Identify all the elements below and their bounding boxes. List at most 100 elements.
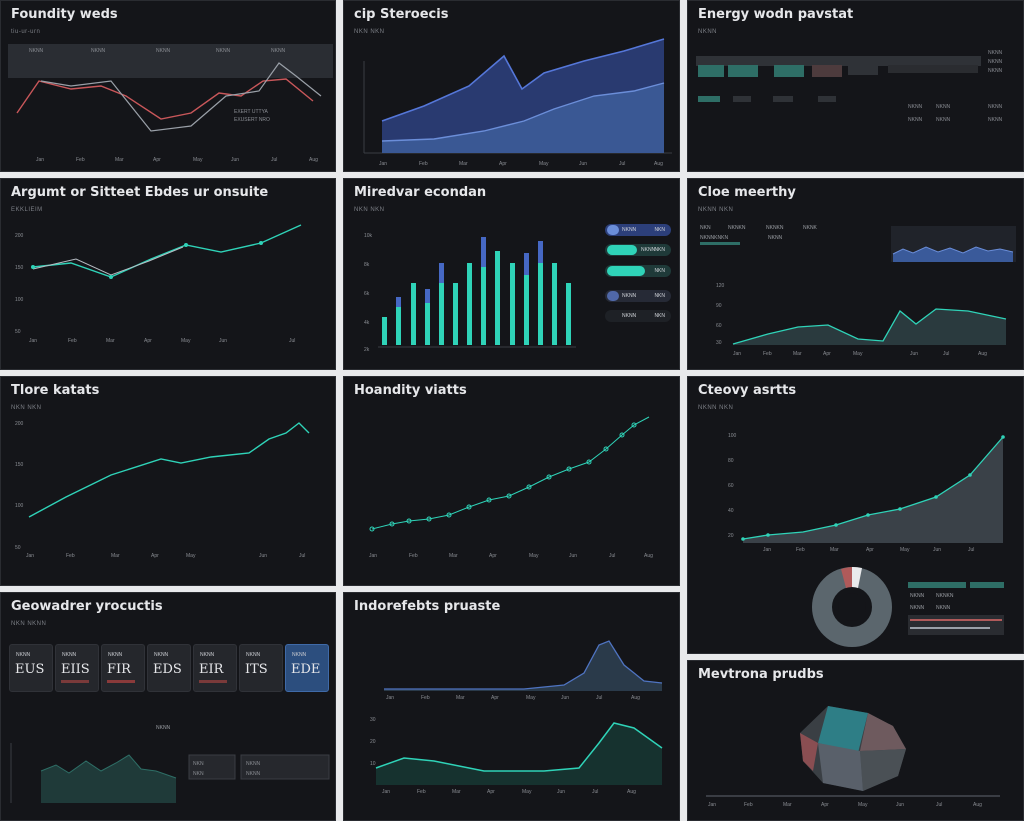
svg-text:Jan: Jan [382, 789, 390, 795]
legend-chip[interactable]: NKNN NKN [605, 224, 671, 236]
svg-text:NKNN: NKNN [768, 235, 783, 241]
legend-chip[interactable]: NKNN NKN [605, 310, 671, 322]
panel-hoandity-viatts: Hoandity viatts Jan Feb Mar Apr May Jun Jul… [343, 376, 680, 586]
line-chart[interactable]: NKNN NKNN NKNN NKNN NKNN EXERT UTTYA EXU… [1, 1, 336, 172]
bar-table-chart[interactable]: NKNN NKNN NKNN NKNN NKNN NKNN NKNN NKNN … [688, 1, 1024, 172]
svg-text:50: 50 [15, 545, 21, 551]
svg-text:Jan: Jan [379, 161, 387, 167]
svg-text:Apr: Apr [823, 351, 831, 357]
svg-text:EXERT UTTYA: EXERT UTTYA [234, 109, 269, 115]
svg-text:NKNN: NKNN [246, 771, 261, 777]
svg-text:10k: 10k [364, 233, 373, 239]
svg-text:Jul: Jul [609, 553, 615, 559]
svg-text:Jun: Jun [569, 553, 577, 559]
svg-text:NKNN: NKNN [908, 104, 923, 110]
svg-text:Jan: Jan [36, 157, 44, 163]
area-chart[interactable]: Jan Feb Mar Apr May Jun Jul Aug [344, 1, 680, 172]
svg-text:Apr: Apr [151, 553, 159, 559]
svg-text:Mar: Mar [456, 695, 465, 701]
svg-text:NKNN: NKNN [29, 48, 44, 54]
svg-text:Apr: Apr [153, 157, 161, 163]
svg-text:60: 60 [716, 323, 722, 329]
svg-text:Jun: Jun [231, 157, 239, 163]
legend-chip[interactable]: NKNN NKN [605, 244, 671, 256]
svg-text:Jul: Jul [271, 157, 277, 163]
svg-text:Aug: Aug [644, 553, 653, 559]
svg-text:Mar: Mar [793, 351, 802, 357]
svg-text:8k: 8k [364, 262, 370, 268]
svg-text:Jun: Jun [219, 338, 227, 344]
svg-text:Jul: Jul [936, 802, 942, 808]
svg-text:NKN: NKN [193, 771, 204, 777]
svg-text:Jun: Jun [259, 553, 267, 559]
svg-text:NKNN: NKNN [271, 48, 286, 54]
svg-text:Jan: Jan [733, 351, 741, 357]
svg-text:Feb: Feb [419, 161, 428, 167]
x-axis-labels: Jan Feb Mar Apr May Jun Jul Aug [36, 157, 318, 163]
svg-text:Apr: Apr [144, 338, 152, 344]
svg-text:NKNN: NKNN [988, 59, 1003, 65]
svg-text:50: 50 [15, 329, 21, 335]
svg-text:May: May [858, 802, 868, 808]
svg-text:90: 90 [716, 303, 722, 309]
svg-text:30: 30 [370, 717, 376, 723]
panel-cteovy-asrtts: Cteovy asrtts NKNN NKN 100 80 60 40 20 Jan… [687, 376, 1024, 654]
svg-text:Jun: Jun [579, 161, 587, 167]
svg-text:NKN: NKN [700, 225, 711, 231]
mini-area-chart[interactable]: NKNN NKN NKNN NKN NKNN [1, 593, 336, 821]
scatter-line-chart[interactable]: Jan Feb Mar Apr May Jun Jul Aug [344, 377, 680, 586]
area-chart[interactable]: 100 80 60 40 20 Jan Feb Mar Apr May Jun Jul N… [688, 377, 1024, 654]
svg-text:Feb: Feb [421, 695, 430, 701]
svg-text:NKNN: NKNN [908, 117, 923, 123]
svg-text:NKNN: NKNN [988, 104, 1003, 110]
svg-text:May: May [522, 789, 532, 795]
svg-text:10: 10 [370, 761, 376, 767]
svg-text:NKNKN: NKNKN [766, 225, 784, 231]
panel-miredvar-econdan: Miredvar econdan NKN NKN 10k8k 6k4k 2k [343, 178, 680, 370]
svg-text:4k: 4k [364, 320, 370, 326]
svg-text:Apr: Apr [489, 553, 497, 559]
legend-chip[interactable]: NKNN NKN [605, 290, 671, 302]
svg-text:Jun: Jun [557, 789, 565, 795]
svg-text:100: 100 [15, 297, 24, 303]
panel-geowadrer-yrocuctis: Geowadrer yrocuctis NKN NKNN NKNN EUS NKN… [0, 592, 336, 821]
svg-text:NKNN: NKNN [936, 104, 951, 110]
line-chart[interactable]: 200 150 100 50 Jan Feb Mar Apr May Jun Jul [1, 377, 336, 586]
svg-text:60: 60 [728, 483, 734, 489]
svg-text:Jul: Jul [968, 547, 974, 553]
svg-text:Feb: Feb [796, 547, 805, 553]
area-chart[interactable]: NKN NKNKN NKNKN NKNK NKNNKNKN NKNN 12090 60… [688, 179, 1024, 370]
svg-text:150: 150 [15, 462, 24, 468]
panel-cip-steroecis: cip Steroecis NKN NKN Jan Feb Mar Apr May J… [343, 0, 680, 172]
polygon-chart[interactable]: Jan Feb Mar Apr May Jun Jul Aug [688, 661, 1024, 821]
legend-chip[interactable]: NKN [605, 265, 671, 277]
double-area-chart[interactable]: Jan Feb Mar Apr May Jun Jul Aug 30 20 10 Jan F… [344, 593, 680, 821]
svg-text:Jul: Jul [596, 695, 602, 701]
svg-text:Jul: Jul [289, 338, 295, 344]
line-chart[interactable]: 200 150 100 50 Jan Feb Mar Apr May Jun Jul [1, 179, 336, 370]
svg-text:Aug: Aug [654, 161, 663, 167]
panel-foundity-weds: Foundity weds tiu-ur-urn NKNN NKNN NKNN … [0, 0, 336, 172]
svg-text:Jan: Jan [708, 802, 716, 808]
svg-text:May: May [193, 157, 203, 163]
panel-cloe-meerthy: Cloe meerthy NKNN NKN NKN NKNKN NKNKN NKNK… [687, 178, 1024, 370]
svg-text:Feb: Feb [763, 351, 772, 357]
svg-text:Feb: Feb [409, 553, 418, 559]
svg-text:May: May [186, 553, 196, 559]
svg-text:Jun: Jun [561, 695, 569, 701]
svg-text:Jan: Jan [29, 338, 37, 344]
svg-text:NKN: NKN [193, 761, 204, 767]
svg-text:Mar: Mar [452, 789, 461, 795]
svg-text:Jul: Jul [299, 553, 305, 559]
svg-text:NKNN: NKNN [156, 725, 171, 731]
svg-text:NKNKN: NKNKN [936, 593, 954, 599]
svg-text:20: 20 [370, 739, 376, 745]
svg-text:NKNN: NKNN [936, 605, 951, 611]
svg-text:200: 200 [15, 233, 24, 239]
svg-text:150: 150 [15, 265, 24, 271]
svg-text:NKNN: NKNN [988, 68, 1003, 74]
svg-text:Jul: Jul [619, 161, 625, 167]
svg-text:20: 20 [728, 533, 734, 539]
svg-text:Jan: Jan [763, 547, 771, 553]
svg-text:May: May [539, 161, 549, 167]
